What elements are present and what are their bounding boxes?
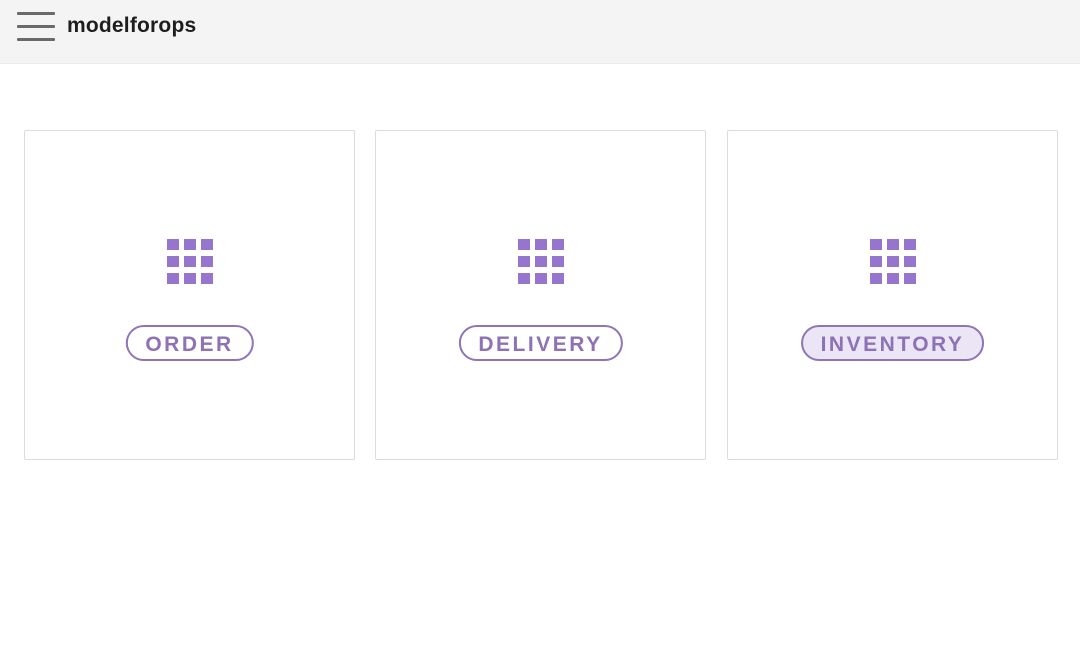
inventory-button[interactable]: INVENTORY	[800, 325, 985, 361]
apps-grid-icon	[166, 239, 213, 284]
hamburger-menu-icon[interactable]	[16, 10, 56, 44]
apps-grid-icon	[869, 239, 916, 284]
card-inventory[interactable]: INVENTORY	[727, 130, 1058, 460]
apps-grid-icon	[517, 239, 564, 284]
app-title: modelforops	[67, 14, 197, 37]
app-header: modelforops	[0, 0, 1080, 64]
card-delivery[interactable]: DELIVERY	[375, 130, 706, 460]
card-order[interactable]: ORDER	[24, 130, 355, 460]
delivery-button[interactable]: DELIVERY	[458, 325, 623, 361]
order-button[interactable]: ORDER	[125, 325, 254, 361]
